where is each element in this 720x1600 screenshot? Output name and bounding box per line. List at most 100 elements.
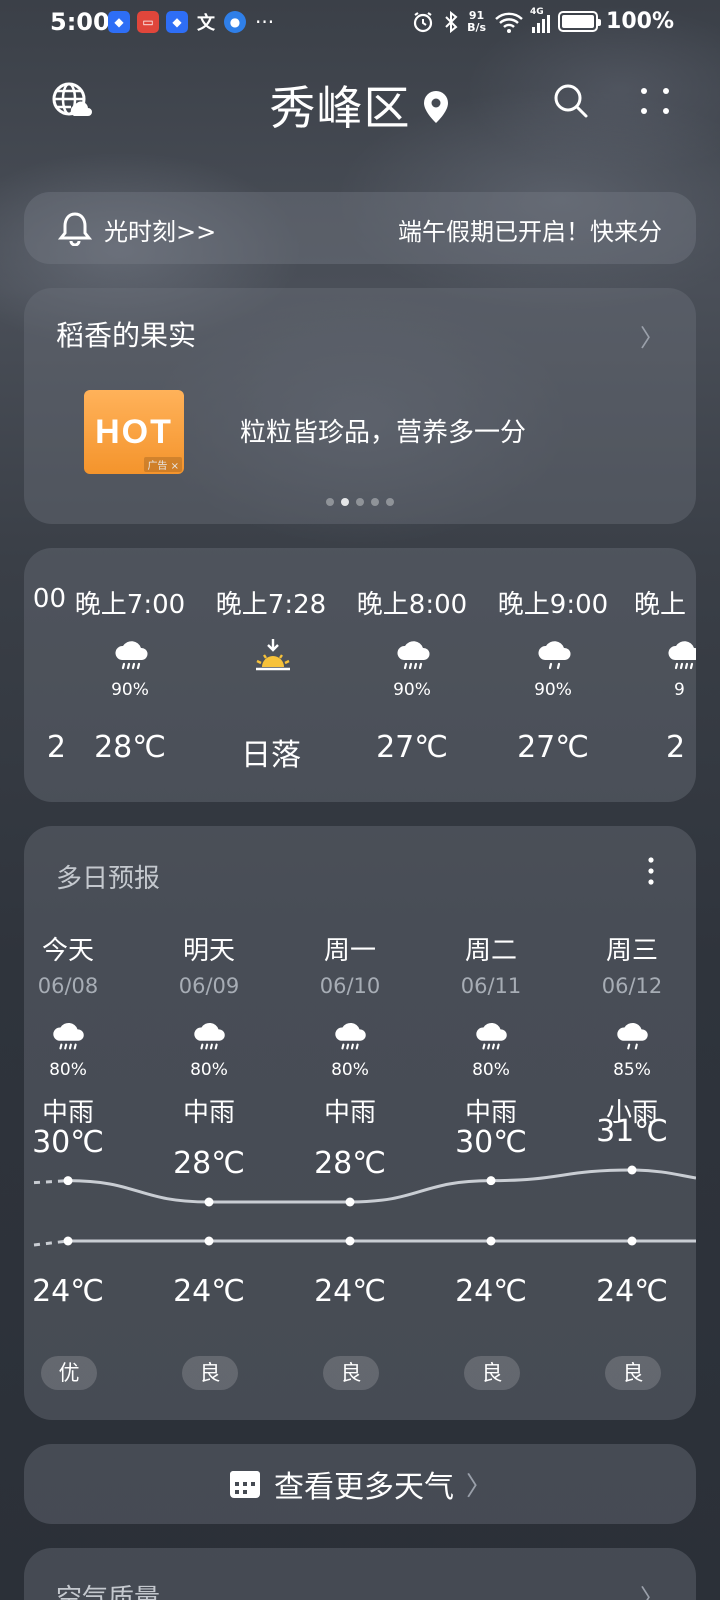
carousel-dot: [386, 498, 394, 506]
location-title[interactable]: 秀峰区: [0, 72, 720, 138]
aqi-badge: 良: [464, 1356, 520, 1390]
forecast-day[interactable]: 周二 06/11 80% 中雨 30℃ 24℃ 良: [425, 826, 557, 1420]
day-name: 周二: [464, 936, 517, 966]
ad-title: 稻香的果实: [56, 319, 197, 352]
location-pin-icon: [423, 91, 448, 123]
air-quality-card[interactable]: 空气质量 〉: [24, 1548, 696, 1600]
day-high-temp: 30℃: [455, 1124, 527, 1160]
day-name: 明天: [182, 936, 235, 966]
hour-temp: 日落: [241, 738, 301, 773]
hour-time: 晚上7:28: [215, 590, 327, 620]
hourly-item[interactable]: 晚上 9 2: [618, 548, 696, 802]
ad-card[interactable]: 稻香的果实 〉 HOT 广告 × 粒粒皆珍品，营养多一分: [24, 288, 696, 524]
city-name[interactable]: 秀峰区: [270, 72, 411, 138]
precip-chance: 80%: [472, 1060, 510, 1080]
hour-temp: 27℃: [517, 730, 589, 765]
precip-chance: 90%: [393, 680, 431, 700]
rain-cloud-icon: [53, 1022, 84, 1050]
chevron-right-icon[interactable]: 〉: [640, 318, 664, 353]
search-icon[interactable]: [552, 82, 590, 120]
day-low-temp: 24℃: [314, 1274, 386, 1309]
wifi-icon: [495, 12, 523, 33]
more-notifications-icon: ···: [255, 10, 275, 34]
hourly-item[interactable]: 晚上7:00 90% 28℃: [65, 548, 195, 802]
carousel-dot: [356, 498, 364, 506]
day-low-temp: 24℃: [32, 1274, 104, 1309]
net-speed-value: 91: [468, 8, 485, 22]
aqi-badge: 良: [182, 1356, 238, 1390]
notification-icons: ◆ ▭ ◆ 文 ● ···: [108, 10, 275, 34]
rain-cloud-icon: [115, 641, 148, 670]
aqi-badge: 良: [605, 1356, 661, 1390]
status-right: 91 B/s 4G 100%: [411, 7, 674, 34]
hour-temp: 27℃: [376, 730, 448, 765]
day-date: 06/12: [601, 974, 663, 998]
forecast-day[interactable]: 明天 06/09 80% 中雨 28℃ 24℃ 良: [143, 826, 275, 1420]
day-date: 06/11: [460, 974, 522, 998]
hour-time: 晚上8:00: [356, 590, 468, 620]
hour-temp: 2: [666, 730, 686, 765]
app-header: 秀峰区: [0, 60, 720, 140]
calendar-icon: [229, 1471, 260, 1498]
ad-close-badge[interactable]: 广告 ×: [144, 457, 182, 472]
notice-left-text[interactable]: 光时刻>>: [104, 212, 216, 247]
net-speed: 91 B/s: [467, 8, 487, 34]
translate-icon: 文: [197, 13, 215, 34]
multi-day-forecast-card[interactable]: 多日预报 今天 06/08 80% 中雨 30℃ 24℃ 优明天 06/09 80% 中雨 28℃ 2…: [24, 826, 696, 1420]
hour-time: 晚上9:00: [497, 590, 609, 620]
ad-text[interactable]: 粒粒皆珍品，营养多一分: [240, 412, 526, 449]
chevron-right-icon: 〉: [465, 1471, 492, 1502]
precip-chance: 80%: [190, 1060, 228, 1080]
browser-app-icon: ●: [224, 11, 246, 33]
air-quality-title: 空气质量: [56, 1584, 161, 1600]
day-date: 06/09: [178, 974, 240, 998]
ad-thumbnail[interactable]: HOT 广告 ×: [84, 390, 184, 474]
hourly-item[interactable]: 晚上7:28 日落: [206, 548, 336, 802]
hourly-item[interactable]: 00 2: [24, 548, 66, 802]
battery-fill: [562, 15, 595, 28]
battery-percent: 100%: [606, 9, 674, 34]
more-options-icon[interactable]: [638, 82, 672, 120]
precip-chance: 80%: [49, 1060, 87, 1080]
rain-cloud-icon: [668, 641, 696, 670]
hour-time: 晚上7:00: [74, 590, 186, 620]
precip-chance: 9: [674, 680, 685, 700]
precip-chance: 90%: [534, 680, 572, 700]
light-rain-cloud-icon: [617, 1022, 648, 1050]
hourly-item[interactable]: 晚上8:00 90% 27℃: [347, 548, 477, 802]
bell-icon: [58, 212, 92, 246]
forecast-day[interactable]: 今天 06/08 80% 中雨 30℃ 24℃ 优: [24, 826, 134, 1420]
chevron-right-icon[interactable]: 〉: [640, 1578, 664, 1600]
carousel-dots: [24, 498, 696, 506]
day-name: 今天: [41, 936, 94, 966]
more-weather-button[interactable]: 查看更多天气 〉: [24, 1444, 696, 1524]
aqi-badge: 优: [41, 1356, 97, 1390]
rain-cloud-icon: [476, 1022, 507, 1050]
notice-banner[interactable]: 光时刻>> 端午假期已开启！快来分: [24, 192, 696, 264]
hourly-item[interactable]: 晚上9:00 90% 27℃: [488, 548, 618, 802]
precip-chance: 90%: [111, 680, 149, 700]
day-condition: 中雨: [323, 1098, 376, 1128]
precip-chance: 80%: [331, 1060, 369, 1080]
battery-icon: [558, 11, 602, 32]
day-date: 06/08: [37, 974, 99, 998]
carousel-dot: [326, 498, 334, 506]
hourly-forecast-card[interactable]: 00 2 晚上7:00 90% 28℃ 晚上7:28 日落 晚上8:00 90% 27℃ 晚上9:0…: [24, 548, 696, 802]
carousel-dot: [341, 498, 349, 506]
rain-cloud-icon: [335, 1022, 366, 1050]
hour-temp: 2: [46, 730, 66, 765]
day-high-temp: 30℃: [32, 1124, 104, 1160]
forecast-day[interactable]: 周一 06/10 80% 中雨 28℃ 24℃ 良: [284, 826, 416, 1420]
hour-time: 晚上: [634, 590, 687, 620]
baidu-app-icon: ◆: [108, 11, 130, 33]
more-weather-label[interactable]: 查看更多天气: [274, 1462, 454, 1506]
sunset-icon: [256, 639, 290, 671]
rain-cloud-icon: [397, 641, 430, 670]
notice-marquee-text[interactable]: 端午假期已开启！快来分: [398, 212, 662, 247]
net-speed-unit: B/s: [467, 20, 487, 34]
forecast-day[interactable]: 周三 06/12 85% 小雨 31℃ 24℃ 良: [566, 826, 696, 1420]
alarm-icon: [413, 11, 433, 32]
day-high-temp: 28℃: [173, 1146, 245, 1181]
status-bar: 5:00 ◆ ▭ ◆ 文 ● ··· 91 B/s 4G 100%: [0, 0, 720, 48]
cell-signal-icon: 4G: [530, 7, 551, 33]
